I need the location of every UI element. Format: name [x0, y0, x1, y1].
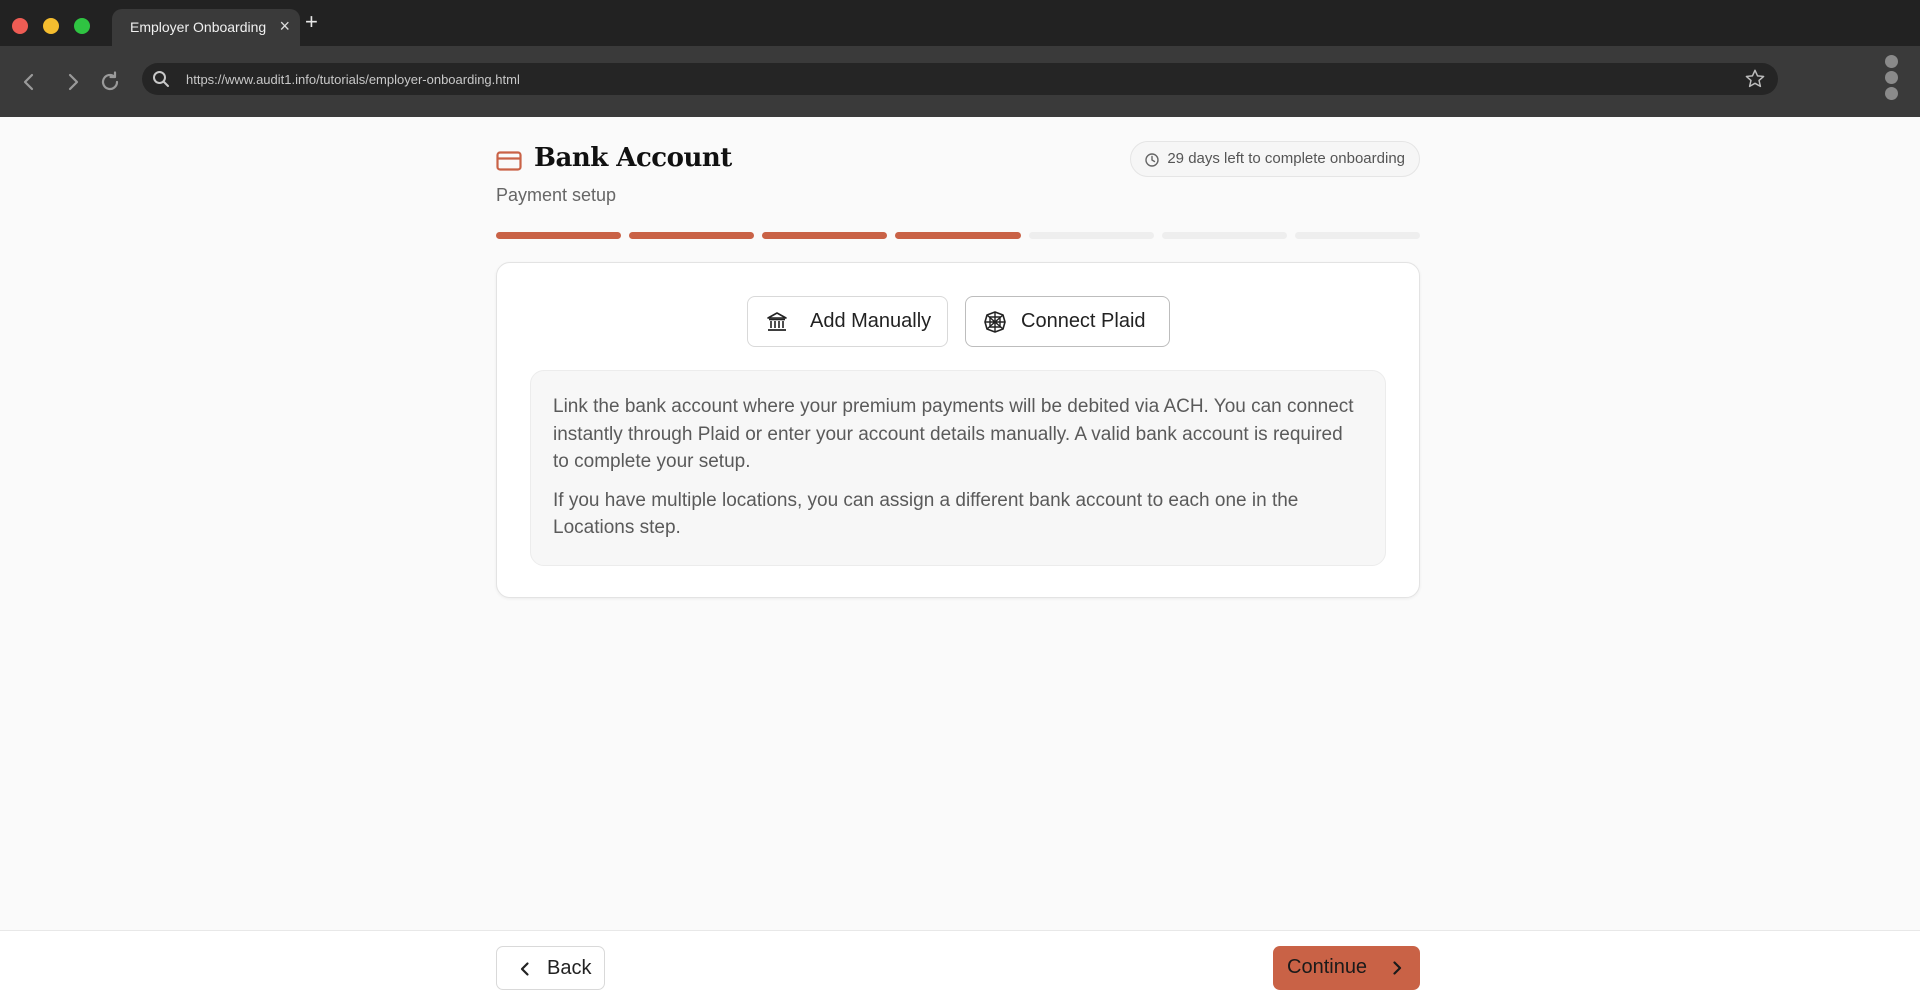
bookmark-star-icon[interactable] — [1744, 68, 1766, 90]
bank-icon — [767, 312, 787, 331]
info-paragraph: If you have multiple locations, you can … — [553, 489, 1299, 539]
step-progress-bar — [496, 232, 1420, 239]
browser-toolbar: https://www.audit1.info/tutorials/employ… — [0, 46, 1920, 117]
tab-close-icon[interactable]: × — [279, 16, 290, 37]
progress-segment-complete — [895, 232, 1021, 239]
clock-icon — [1145, 153, 1160, 167]
reload-icon[interactable] — [98, 70, 122, 94]
bank-account-info-box: Link the bank account where your premium… — [530, 370, 1386, 566]
deadline-text: 29 days left to complete onboarding — [1167, 150, 1405, 167]
page-subtitle: Payment setup — [496, 185, 617, 205]
browser-tab[interactable]: Employer Onboarding × — [112, 9, 300, 46]
page-title: Bank Account — [534, 143, 732, 173]
new-tab-button[interactable]: + — [305, 11, 318, 33]
progress-segment-complete — [496, 232, 622, 239]
deadline-badge: 29 days left to complete onboarding — [1130, 141, 1420, 177]
url-text[interactable]: https://www.audit1.info/tutorials/employ… — [186, 72, 520, 87]
progress-segment-complete — [629, 232, 755, 239]
bank-account-card: Add Manually Connect Plaid Link the bank… — [496, 262, 1420, 598]
chevron-left-icon — [520, 962, 529, 976]
progress-segment-pending — [1294, 232, 1420, 239]
forward-arrow-icon[interactable] — [61, 70, 85, 94]
add-manually-button[interactable]: Add Manually — [747, 296, 948, 347]
plaid-icon — [984, 311, 1006, 333]
credit-card-icon — [496, 151, 522, 171]
progress-segment-pending — [1028, 232, 1154, 239]
back-label: Back — [547, 957, 592, 979]
tab-title: Employer Onboarding — [130, 19, 267, 35]
close-window-button[interactable] — [12, 18, 28, 34]
address-bar[interactable]: https://www.audit1.info/tutorials/employ… — [142, 63, 1778, 95]
browser-menu-icon[interactable] — [1885, 55, 1901, 103]
info-paragraph: Link the bank account where your premium… — [553, 396, 1354, 472]
back-arrow-icon[interactable] — [17, 70, 41, 94]
step-footer: Back Continue — [0, 930, 1920, 1000]
chevron-right-icon — [1393, 961, 1402, 975]
step-header: Bank Account Payment setup 29 days left … — [496, 117, 1420, 237]
progress-segment-complete — [762, 232, 888, 239]
progress-segment-pending — [1161, 232, 1287, 239]
add-manually-label: Add Manually — [810, 310, 932, 332]
continue-button[interactable]: Continue — [1273, 946, 1420, 990]
connect-plaid-label: Connect Plaid — [1021, 310, 1146, 332]
onboarding-step: Bank Account Payment setup 29 days left … — [496, 117, 1420, 598]
maximize-window-button[interactable] — [74, 18, 90, 34]
browser-titlebar: Employer Onboarding × + — [0, 0, 1920, 46]
connect-plaid-button[interactable]: Connect Plaid — [965, 296, 1170, 347]
continue-label: Continue — [1287, 956, 1368, 978]
minimize-window-button[interactable] — [43, 18, 59, 34]
back-button[interactable]: Back — [496, 946, 605, 990]
search-icon — [153, 71, 169, 87]
